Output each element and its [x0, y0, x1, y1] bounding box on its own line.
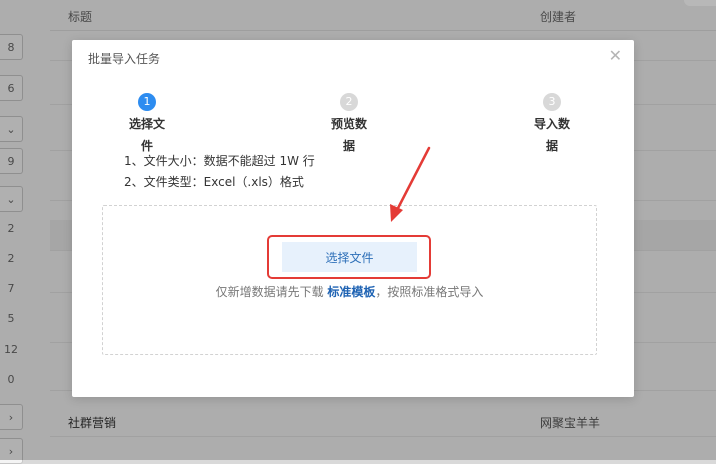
annotation-arrow-icon [390, 146, 431, 222]
import-modal: 批量导入任务 ✕ 1 选择文件 2 预览数据 3 导入数据 1、文件大小：数据不… [72, 40, 634, 397]
